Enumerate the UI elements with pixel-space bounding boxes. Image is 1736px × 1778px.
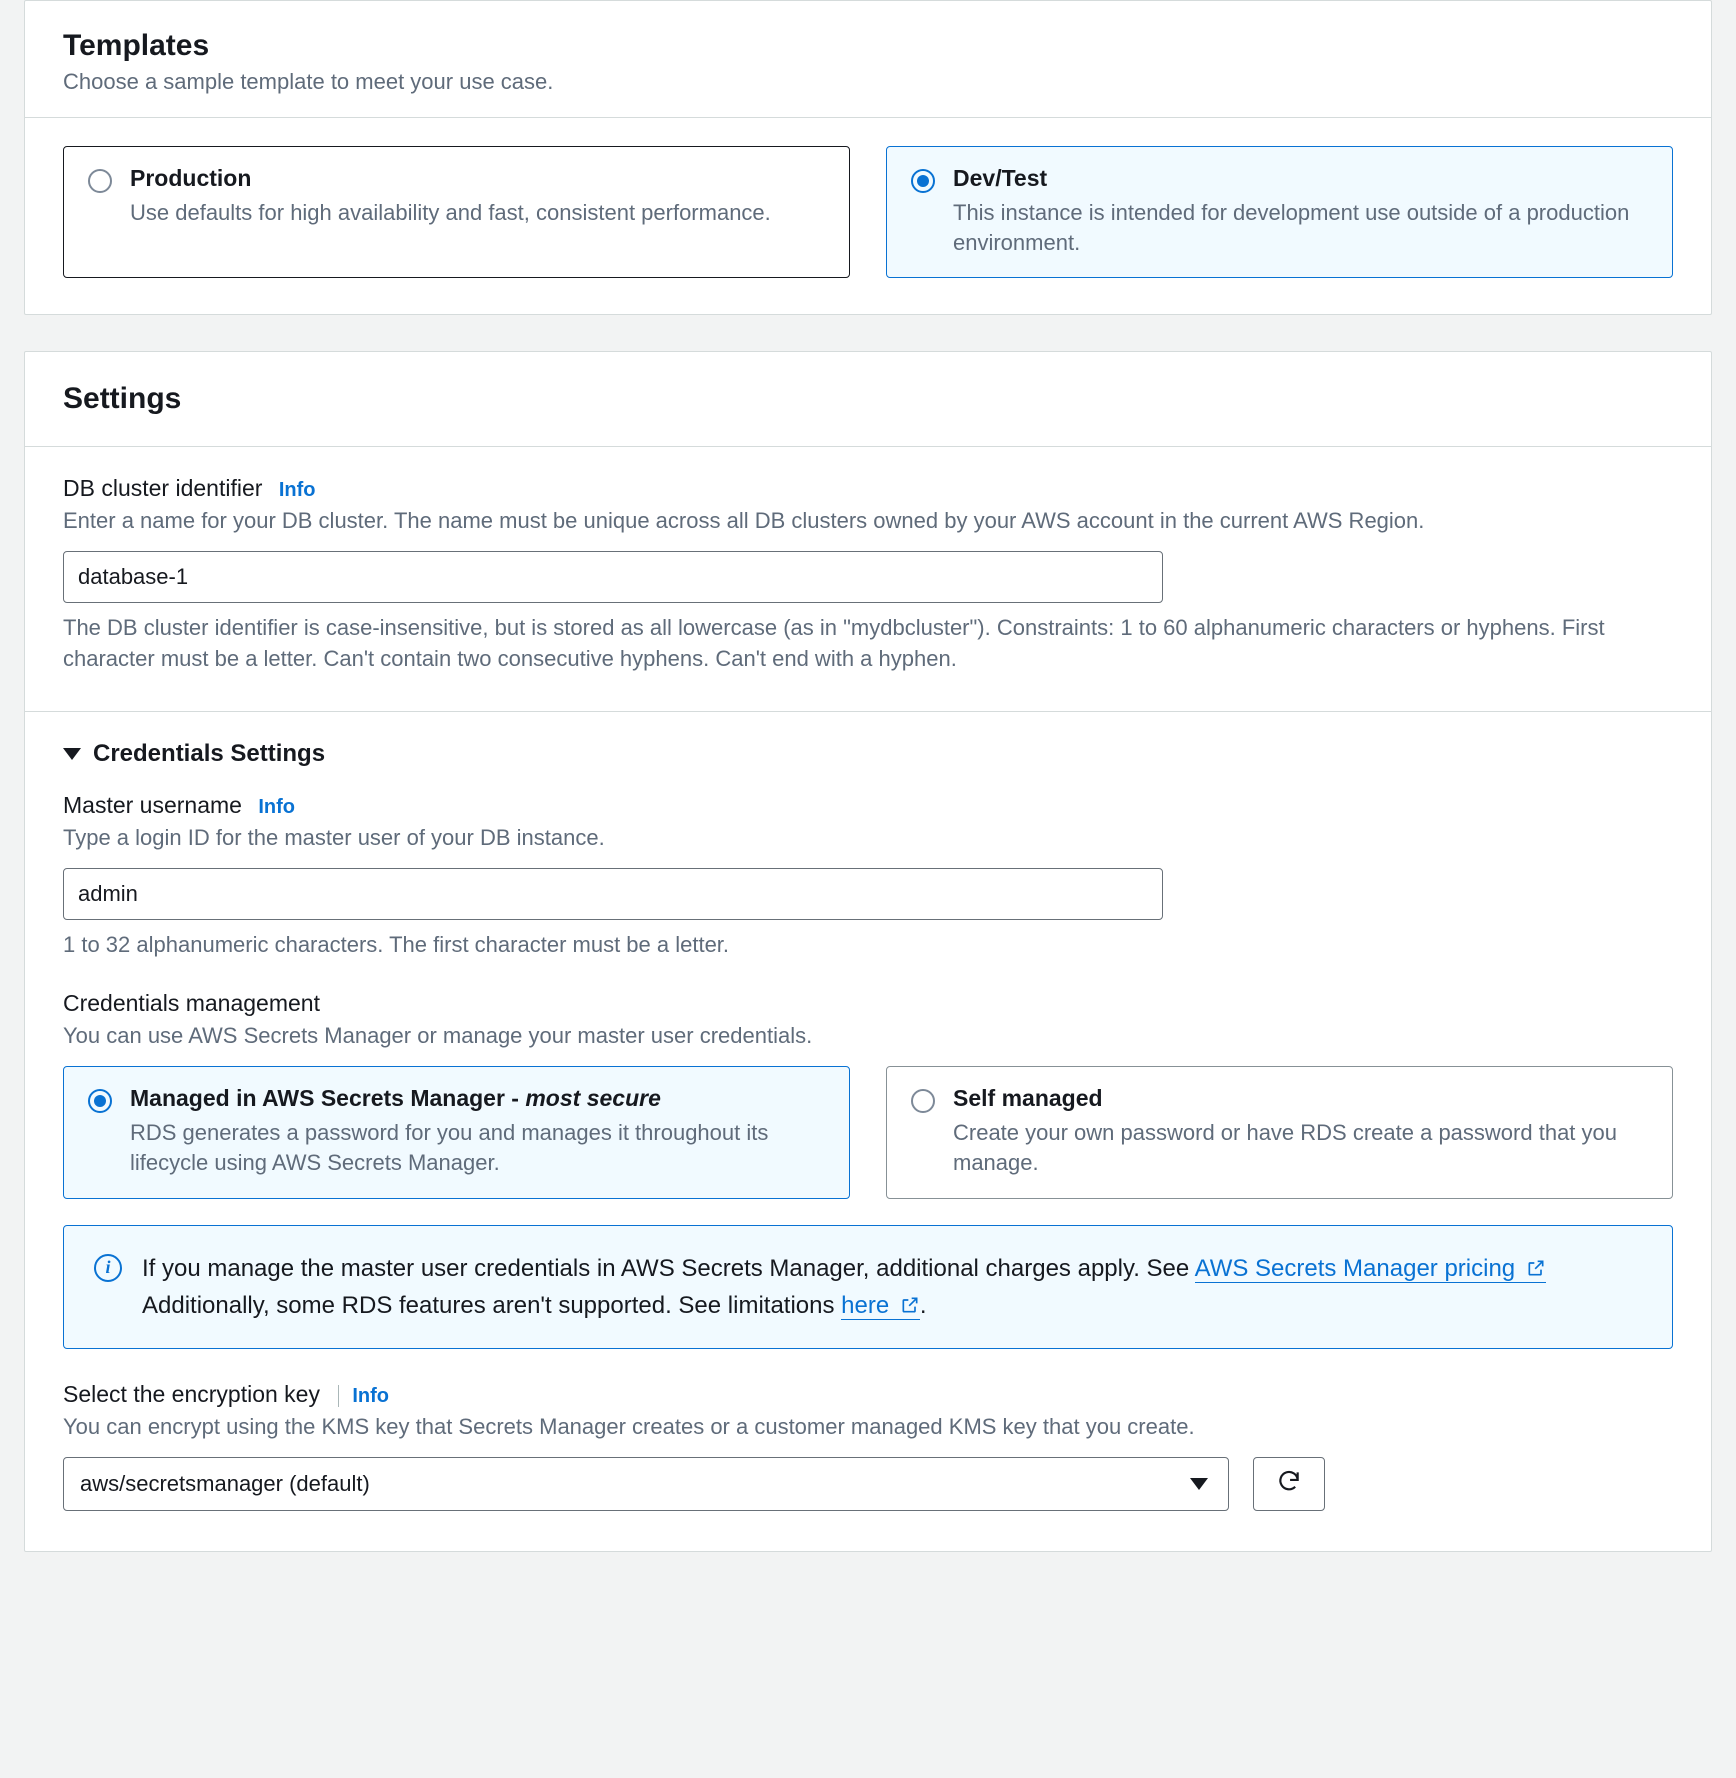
credentials-option-managed[interactable]: Managed in AWS Secrets Manager - most se… [63, 1066, 850, 1198]
alert-text-a: If you manage the master user credential… [142, 1255, 1195, 1282]
alert-text-b: Additionally, some RDS features aren't s… [142, 1292, 841, 1319]
field-constraints: 1 to 32 alphanumeric characters. The fir… [63, 930, 1673, 961]
db-cluster-identifier-input[interactable] [63, 551, 1163, 603]
settings-header: Settings [25, 352, 1711, 447]
templates-card: Templates Choose a sample template to me… [24, 0, 1712, 315]
caret-down-icon [63, 748, 81, 760]
templates-title: Templates [63, 29, 1673, 63]
db-cluster-identifier-field: DB cluster identifier Info Enter a name … [63, 475, 1673, 674]
info-link[interactable]: Info [336, 1385, 389, 1407]
templates-subtitle: Choose a sample template to meet your us… [63, 69, 1673, 95]
refresh-icon [1276, 1468, 1302, 1500]
field-help: You can use AWS Secrets Manager or manag… [63, 1021, 1673, 1052]
option-description: RDS generates a password for you and man… [130, 1118, 825, 1177]
master-username-input[interactable] [63, 868, 1163, 920]
external-link-icon [900, 1295, 920, 1315]
chevron-down-icon [1190, 1478, 1208, 1490]
credentials-management-label: Credentials management [63, 990, 1673, 1017]
credentials-settings-toggle[interactable]: Credentials Settings [63, 740, 1673, 768]
encryption-key-select[interactable]: aws/secretsmanager (default) [63, 1457, 1229, 1511]
templates-header: Templates Choose a sample template to me… [25, 1, 1711, 118]
select-value: aws/secretsmanager (default) [80, 1471, 370, 1497]
credentials-management-options: Managed in AWS Secrets Manager - most se… [63, 1066, 1673, 1198]
field-label: Master username Info [63, 792, 1673, 819]
radio-icon [88, 1089, 112, 1113]
settings-title: Settings [63, 382, 1673, 416]
radio-icon [911, 1089, 935, 1113]
option-title: Self managed [953, 1085, 1648, 1112]
external-link-icon [1526, 1258, 1546, 1278]
refresh-button[interactable] [1253, 1457, 1325, 1511]
option-title: Dev/Test [953, 165, 1648, 192]
secrets-manager-pricing-link[interactable]: AWS Secrets Manager pricing [1195, 1255, 1546, 1283]
section-title: Credentials Settings [93, 740, 325, 768]
alert-period: . [920, 1292, 927, 1319]
field-label: Select the encryption key Info [63, 1381, 1673, 1408]
info-link[interactable]: Info [258, 796, 295, 818]
link-text: AWS Secrets Manager pricing [1195, 1255, 1522, 1282]
radio-icon [911, 169, 935, 193]
label-text: Select the encryption key [63, 1381, 320, 1407]
option-description: This instance is intended for developmen… [953, 198, 1648, 257]
template-option-devtest[interactable]: Dev/Test This instance is intended for d… [886, 146, 1673, 278]
field-help: Type a login ID for the master user of y… [63, 823, 1673, 854]
option-title-prefix: Managed in AWS Secrets Manager - [130, 1085, 525, 1111]
template-option-production[interactable]: Production Use defaults for high availab… [63, 146, 850, 278]
option-title: Production [130, 165, 771, 192]
settings-card: Settings DB cluster identifier Info Ente… [24, 351, 1712, 1551]
alert-text: If you manage the master user credential… [142, 1250, 1642, 1324]
info-icon: i [94, 1254, 122, 1282]
limitations-link[interactable]: here [841, 1292, 920, 1320]
credentials-option-self[interactable]: Self managed Create your own password or… [886, 1066, 1673, 1198]
field-help: You can encrypt using the KMS key that S… [63, 1412, 1673, 1443]
option-description: Create your own password or have RDS cre… [953, 1118, 1648, 1177]
option-title: Managed in AWS Secrets Manager - most se… [130, 1085, 825, 1112]
field-constraints: The DB cluster identifier is case-insens… [63, 613, 1673, 675]
template-options: Production Use defaults for high availab… [63, 146, 1673, 278]
secrets-manager-info-alert: i If you manage the master user credenti… [63, 1225, 1673, 1349]
option-description: Use defaults for high availability and f… [130, 198, 771, 228]
info-link[interactable]: Info [279, 479, 316, 501]
label-text: DB cluster identifier [63, 475, 262, 501]
link-text: here [841, 1292, 896, 1319]
label-text: Master username [63, 792, 242, 818]
field-label: DB cluster identifier Info [63, 475, 1673, 502]
field-help: Enter a name for your DB cluster. The na… [63, 506, 1673, 537]
radio-icon [88, 169, 112, 193]
option-title-em: most secure [525, 1085, 661, 1111]
encryption-key-field: Select the encryption key Info You can e… [63, 1381, 1673, 1511]
master-username-field: Master username Info Type a login ID for… [63, 792, 1673, 961]
